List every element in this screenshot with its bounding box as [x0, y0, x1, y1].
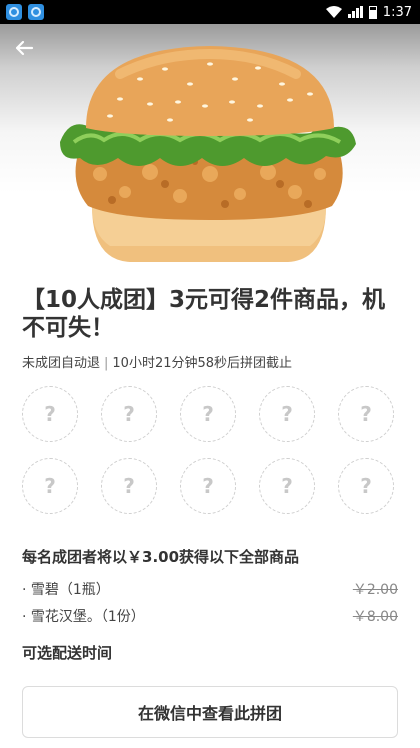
burger-image	[60, 46, 356, 262]
empty-member-slot: ?	[101, 458, 157, 514]
group-title: 【10人成团】3元可得2件商品，机不可失！	[22, 287, 386, 341]
item-original-price: ￥8.00	[352, 609, 398, 625]
empty-member-slot: ?	[22, 458, 78, 514]
member-slots: ? ? ? ? ? ? ? ? ? ?	[22, 386, 402, 514]
back-button[interactable]	[10, 34, 38, 62]
list-item: · 雪碧（1瓶） ￥2.00	[22, 579, 398, 599]
empty-member-slot: ?	[338, 458, 394, 514]
empty-member-slot: ?	[101, 386, 157, 442]
separator: |	[104, 356, 109, 371]
deadline-countdown: 10小时21分钟58秒后拼团截止	[112, 356, 293, 371]
item-name: · 雪碧（1瓶）	[22, 582, 110, 598]
empty-member-slot: ?	[259, 386, 315, 442]
arrow-left-icon	[15, 40, 34, 56]
empty-member-slot: ?	[259, 458, 315, 514]
list-item: · 雪花汉堡。（1份） ￥8.00	[22, 606, 398, 626]
status-right: 1:37	[325, 4, 412, 20]
signal-icon	[347, 6, 363, 18]
empty-member-slot: ?	[180, 458, 236, 514]
refund-note: 未成团自动退	[22, 356, 101, 371]
wifi-icon	[325, 6, 342, 18]
status-time: 1:37	[382, 4, 412, 20]
empty-member-slot: ?	[180, 386, 236, 442]
item-original-price: ￥2.00	[352, 582, 398, 598]
empty-member-slot: ?	[22, 386, 78, 442]
item-name: · 雪花汉堡。（1份）	[22, 609, 145, 625]
empty-member-slot: ?	[338, 386, 394, 442]
app-notification-icon	[6, 4, 22, 20]
product-hero-image	[0, 24, 420, 266]
status-left	[6, 4, 44, 20]
view-in-wechat-button[interactable]: 在微信中查看此拼团	[22, 686, 398, 738]
delivery-time-label: 可选配送时间	[22, 644, 113, 662]
group-subtitle: 未成团自动退 | 10小时21分钟58秒后拼团截止	[22, 352, 292, 371]
status-bar: 1:37	[0, 0, 420, 24]
items-heading: 每名成团者将以￥3.00获得以下全部商品	[22, 548, 300, 566]
battery-icon	[368, 5, 377, 19]
app-notification-icon	[28, 4, 44, 20]
